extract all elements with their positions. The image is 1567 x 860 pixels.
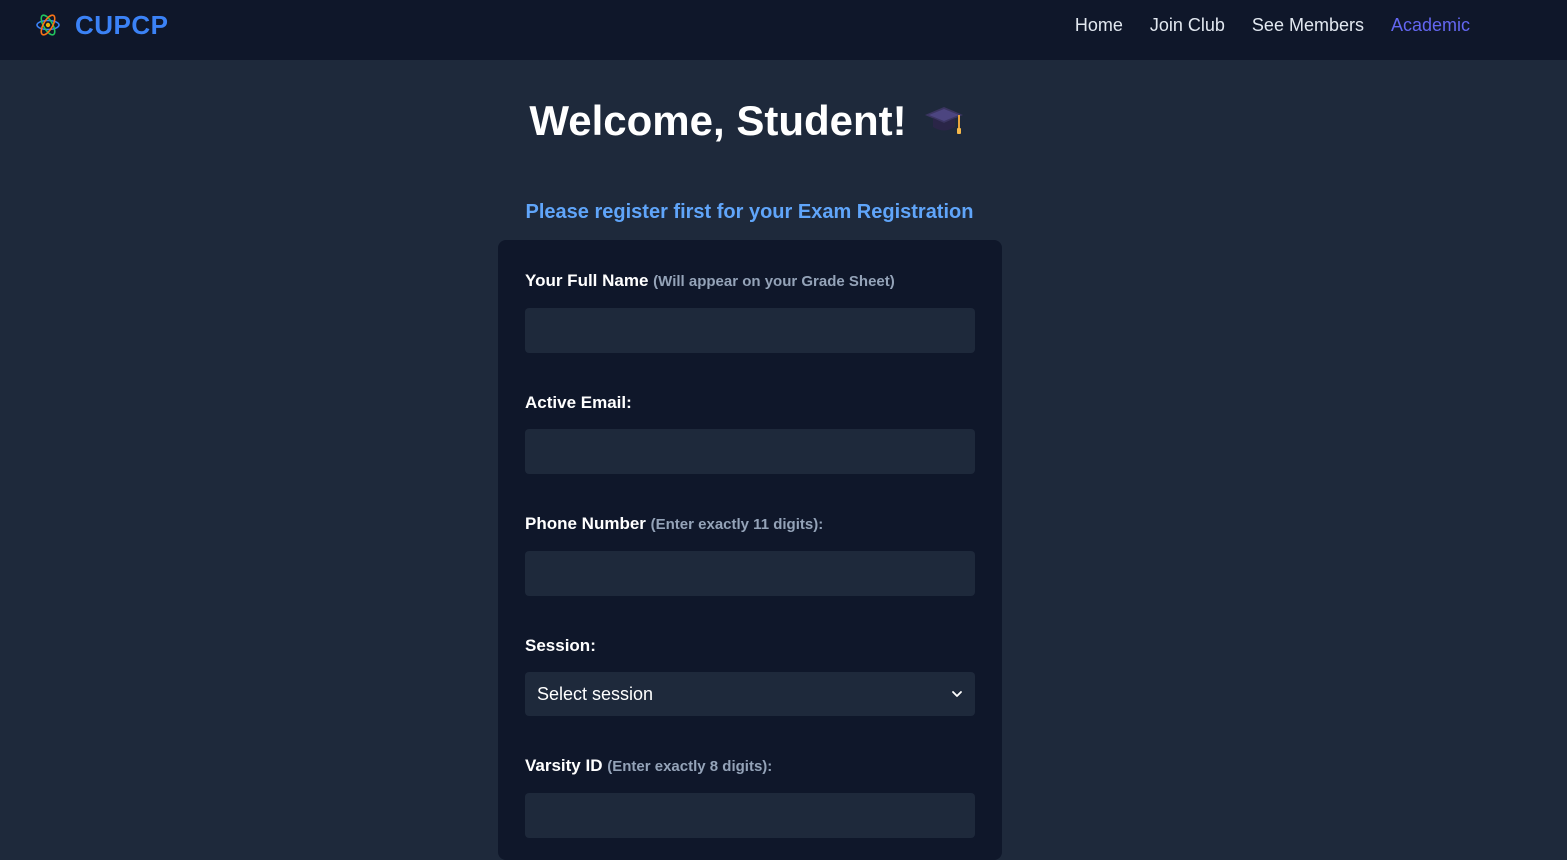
varsity-id-hint: (Enter exactly 8 digits): <box>607 758 773 775</box>
session-label-text: Session: <box>525 636 596 655</box>
page-title-text: Welcome, Student! <box>529 97 907 144</box>
full-name-input[interactable] <box>525 308 975 353</box>
varsity-id-input[interactable] <box>525 793 975 838</box>
full-name-hint: (Will appear on your Grade Sheet) <box>653 273 895 290</box>
brand[interactable]: CUPCP <box>35 9 169 41</box>
full-name-label-text: Your Full Name <box>525 271 649 290</box>
atom-logo-icon <box>36 14 60 36</box>
session-selected-value: Select session <box>537 683 654 704</box>
page-title: Welcome, Student! <box>0 96 1494 146</box>
graduation-cap-icon <box>924 107 963 134</box>
email-input[interactable] <box>525 429 975 474</box>
email-label-text: Active Email: <box>525 393 632 412</box>
main-nav: Home Join Club See Members Academic <box>1075 14 1470 36</box>
session-select[interactable]: Select session <box>525 672 975 716</box>
email-label: Active Email: <box>525 392 632 414</box>
top-navbar: CUPCP Home Join Club See Members Academi… <box>0 0 1567 60</box>
registration-form: Your Full Name (Will appear on your Grad… <box>498 240 1002 860</box>
nav-see-members[interactable]: See Members <box>1252 14 1364 36</box>
nav-join-club[interactable]: Join Club <box>1150 14 1225 36</box>
brand-name: CUPCP <box>75 9 169 40</box>
full-name-label: Your Full Name (Will appear on your Grad… <box>525 270 895 293</box>
nav-home[interactable]: Home <box>1075 14 1123 36</box>
phone-label: Phone Number (Enter exactly 11 digits): <box>525 513 823 536</box>
varsity-id-label: Varsity ID (Enter exactly 8 digits): <box>525 755 772 778</box>
phone-input[interactable] <box>525 551 975 596</box>
session-label: Session: <box>525 635 596 657</box>
page-subtitle: Please register first for your Exam Regi… <box>525 201 974 223</box>
varsity-id-label-text: Varsity ID <box>525 756 603 775</box>
nav-academic[interactable]: Academic <box>1391 14 1470 36</box>
phone-label-text: Phone Number <box>525 514 646 533</box>
phone-hint: (Enter exactly 11 digits): <box>650 516 824 533</box>
chevron-down-icon <box>952 691 962 697</box>
